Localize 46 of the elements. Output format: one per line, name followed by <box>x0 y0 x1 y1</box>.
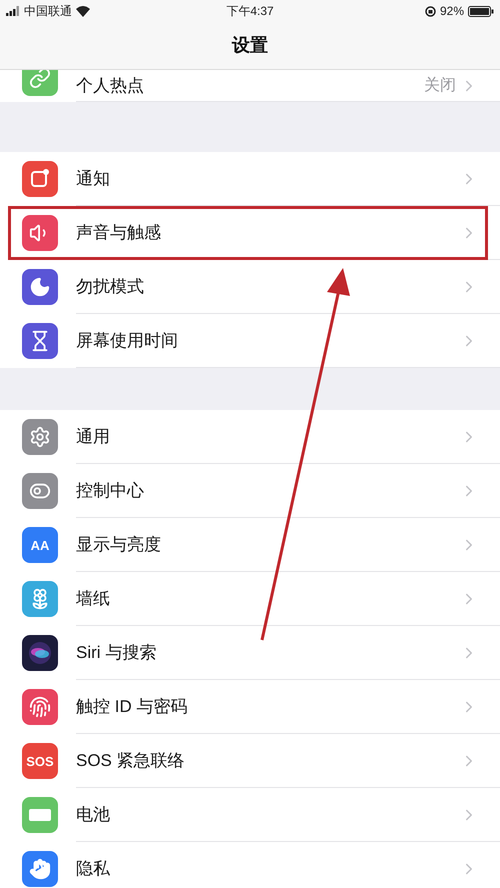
hand-icon <box>29 858 51 880</box>
battery-percent: 92% <box>440 3 464 20</box>
row-label[interactable]: 个人热点 <box>76 72 424 98</box>
row-value: 关闭 <box>424 76 456 96</box>
settings-row[interactable]: SOS SOS 紧急联络 <box>0 734 500 788</box>
row-label[interactable]: 屏幕使用时间 <box>76 328 460 354</box>
row-label[interactable]: 通用 <box>76 424 460 450</box>
settings-row[interactable]: 电池 <box>0 788 500 842</box>
settings-row[interactable]: 墙纸 <box>0 572 500 626</box>
row-label[interactable]: 隐私 <box>76 856 460 882</box>
row-label[interactable]: 触控 ID 与密码 <box>76 694 460 720</box>
row-label[interactable]: SOS 紧急联络 <box>76 748 460 774</box>
moon-icon <box>29 276 51 298</box>
settings-row[interactable]: Siri 与搜索 <box>0 626 500 680</box>
settings-icon <box>29 426 51 448</box>
signal-icon <box>6 6 20 16</box>
row-label[interactable]: 通知 <box>76 166 460 192</box>
row-label[interactable]: Siri 与搜索 <box>76 640 460 666</box>
fingerprint-icon <box>29 696 51 718</box>
status-time: 下午4:37 <box>225 3 275 20</box>
row-label[interactable]: 控制中心 <box>76 478 460 504</box>
settings-row[interactable]: 控制中心 <box>0 464 500 518</box>
battery-icon <box>29 809 51 821</box>
icon-label: SOS <box>26 754 54 768</box>
row-label[interactable]: 电池 <box>76 802 460 828</box>
row-label[interactable]: 显示与亮度 <box>76 532 460 558</box>
row-label[interactable]: 声音与触感 <box>76 220 460 246</box>
notification-icon <box>29 168 51 190</box>
settings-row[interactable]: 勿扰模式 <box>0 260 500 314</box>
row-label[interactable]: 墙纸 <box>76 586 460 612</box>
settings-row[interactable]: 通用 <box>0 410 500 464</box>
settings-row[interactable]: 隐私 <box>0 842 500 888</box>
settings-row[interactable]: 声音与触感 <box>0 206 500 260</box>
siri-icon <box>27 640 53 666</box>
battery-icon <box>468 6 494 16</box>
settings-row[interactable]: 触控 ID 与密码 <box>0 680 500 734</box>
wifi-icon <box>76 6 90 16</box>
settings-row[interactable]: 通知 <box>0 152 500 206</box>
icon-label: AA <box>30 538 50 552</box>
rotation-lock-icon <box>424 6 436 16</box>
settings-row[interactable]: AA 显示与亮度 <box>0 518 500 572</box>
carrier-name: 中国联通 <box>24 3 72 20</box>
row-label[interactable]: 勿扰模式 <box>76 274 460 300</box>
settings-row[interactable]: 屏幕使用时间 <box>0 314 500 368</box>
nav-title: 设置 <box>232 34 268 57</box>
settings-row[interactable]: 个人热点 关闭 <box>0 70 500 102</box>
